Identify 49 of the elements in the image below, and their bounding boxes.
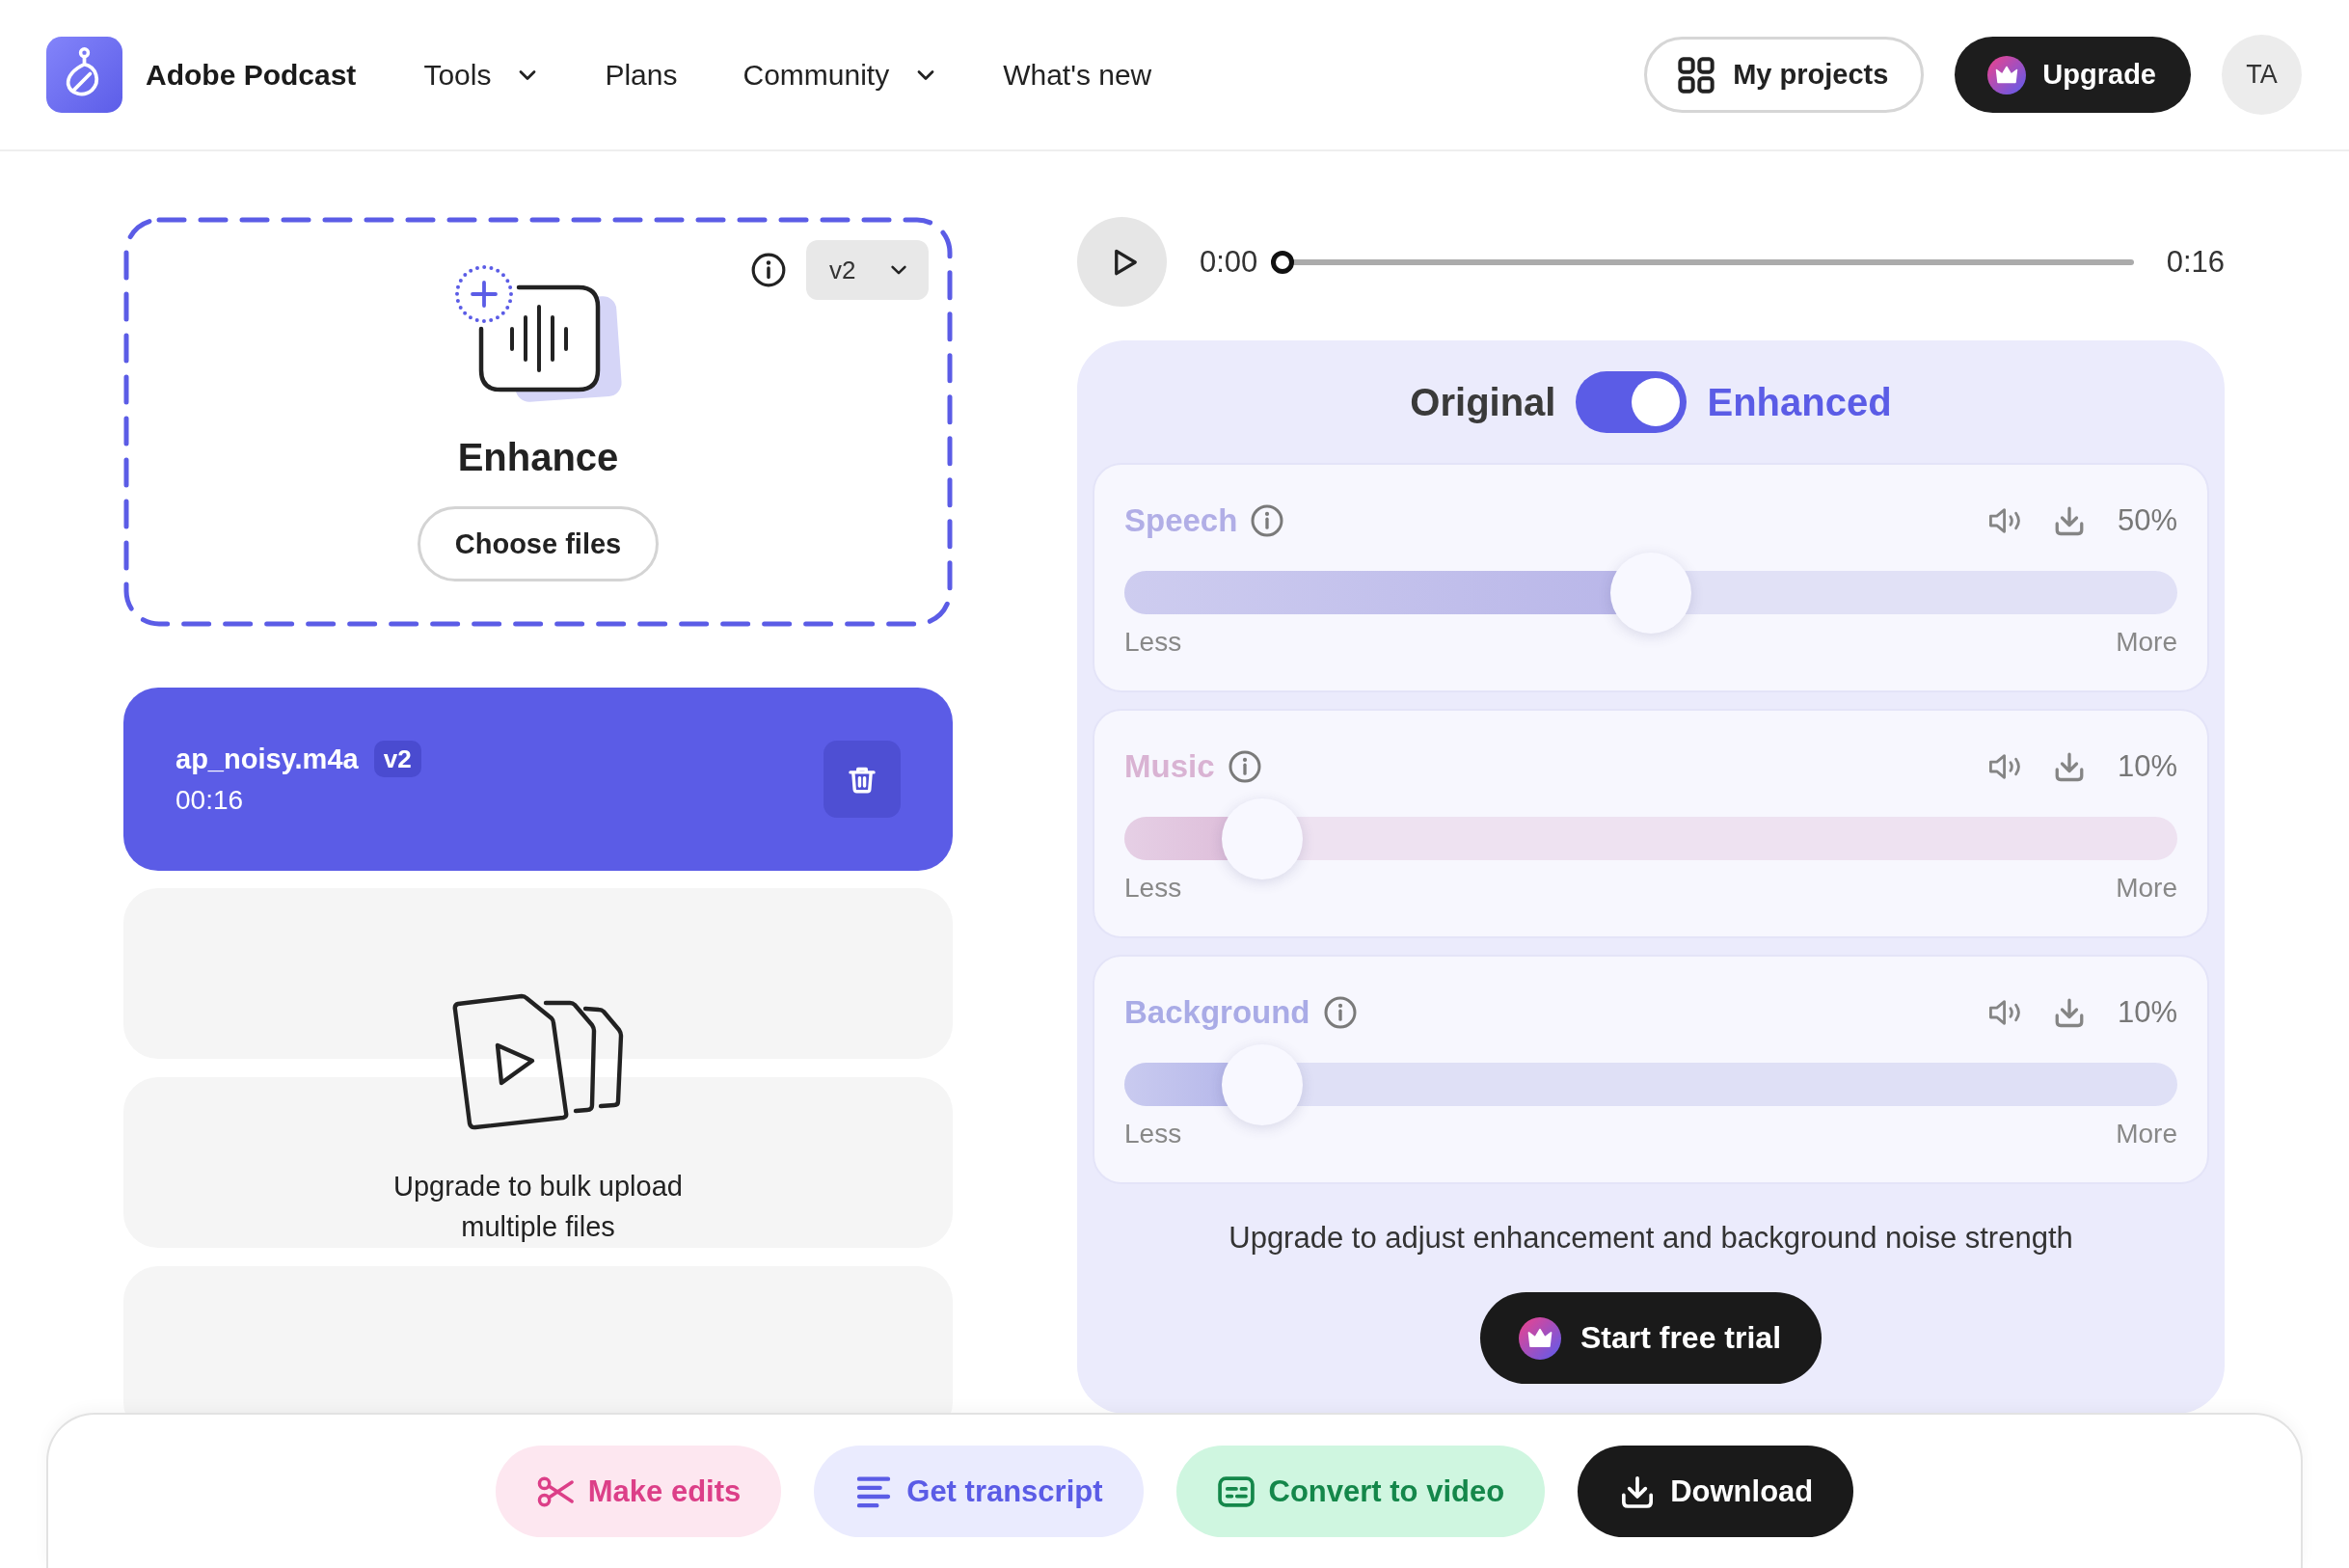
info-icon: [1227, 749, 1262, 784]
current-time: 0:00: [1200, 244, 1258, 280]
grid-icon: [1677, 55, 1716, 95]
action-button[interactable]: Convert to video: [1175, 1446, 1546, 1537]
upgrade-button[interactable]: Upgrade: [1955, 37, 2191, 113]
upgrade-note: Upgrade to adjust enhancement and background noise strength: [1228, 1221, 2073, 1256]
seek-thumb[interactable]: [1271, 250, 1295, 274]
version-badge: v2: [373, 741, 421, 777]
file-name: ap_noisy.m4a: [176, 743, 359, 776]
logo-icon: [46, 37, 122, 113]
version-dropdown[interactable]: v2: [806, 240, 929, 300]
my-projects-button[interactable]: My projects: [1644, 37, 1925, 113]
scale-label: More: [2116, 1119, 2177, 1149]
channel-percentage: 10%: [2116, 749, 2177, 784]
info-icon: [750, 252, 787, 288]
delete-button[interactable]: [824, 741, 901, 818]
brand-name: Adobe Podcast: [146, 58, 357, 92]
upload-title: Enhance: [457, 436, 619, 478]
bulk-upload-message: Upgrade to bulk upload multiple files: [392, 1170, 684, 1244]
scale-label: More: [2116, 627, 2177, 658]
channel-label: Music: [1124, 748, 1215, 785]
nav-item[interactable]: Plans: [605, 55, 678, 95]
channel-percentage: 10%: [2116, 995, 2177, 1030]
info-icon: [1322, 995, 1358, 1030]
choose-files-button[interactable]: Choose files: [417, 506, 660, 581]
scale-label: Less: [1124, 873, 1182, 904]
scale-label: More: [2116, 873, 2177, 904]
scale-label: Less: [1124, 627, 1182, 658]
nav-item[interactable]: What's new: [1003, 55, 1152, 95]
file-item[interactable]: ap_noisy.m4a v2 00:16: [123, 688, 953, 871]
toggle-label: Enhanced: [1707, 380, 1892, 424]
start-free-trial-button[interactable]: Start free trial: [1479, 1292, 1822, 1384]
crown-icon: [1518, 1316, 1561, 1360]
channel-percentage: 50%: [2116, 503, 2177, 538]
action-button[interactable]: Get transcript: [814, 1446, 1144, 1537]
nav-item[interactable]: Community: [742, 55, 938, 95]
toggle-label: Original: [1410, 380, 1556, 424]
nav-item[interactable]: Tools: [423, 55, 540, 95]
upload-dropzone[interactable]: v2 Enhance Choose files: [123, 217, 953, 627]
file-duration: 00:16: [176, 784, 245, 817]
channel-label: Background: [1124, 994, 1310, 1031]
avatar-button[interactable]: TA: [2222, 35, 2302, 115]
info-icon: [1250, 503, 1285, 538]
channel-label: Speech: [1124, 502, 1238, 539]
total-time: 0:16: [2166, 244, 2225, 280]
action-button[interactable]: Make edits: [495, 1446, 782, 1537]
scale-label: Less: [1124, 1119, 1182, 1149]
action-button[interactable]: Download: [1578, 1446, 1854, 1537]
crown-icon: [1987, 55, 2027, 95]
